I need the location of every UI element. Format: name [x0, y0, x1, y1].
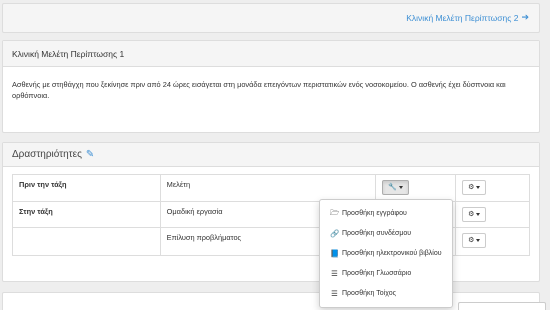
- case-panel: Κλινική Μελέτη Περίπτωσης 1 Ασθενής με σ…: [2, 40, 540, 133]
- gear-icon: ⚙: [468, 237, 475, 244]
- list-icon: ☰: [331, 288, 338, 298]
- activity-cell: Μελέτη: [159, 174, 377, 202]
- folder-open-icon: 🗁: [330, 207, 340, 217]
- chevron-down-icon: [476, 238, 481, 242]
- wrench-icon: 🔧: [388, 184, 397, 191]
- menu-item-label[interactable]: Προσθήκη Τοίχος: [342, 290, 396, 297]
- list-icon: ☰: [331, 268, 338, 278]
- settings-dropdown-button[interactable]: ⚙: [462, 180, 487, 195]
- add-resource-dropdown-button[interactable]: 🔧: [382, 180, 409, 195]
- menu-item-add-link[interactable]: 🔗 Προσθήκη συνδέσμου: [320, 223, 452, 243]
- arrow-right-icon: ➔: [521, 12, 529, 22]
- menu-item-label[interactable]: Προσθήκη ηλεκτρονικού βιβλίου: [342, 250, 442, 257]
- gear-icon: ⚙: [468, 184, 475, 191]
- menu-item-add-wall[interactable]: ☰ Προσθήκη Τοίχος: [320, 283, 452, 303]
- menu-item-label[interactable]: Προσθήκη εγγράφου: [342, 210, 407, 217]
- chevron-down-icon: [476, 185, 481, 189]
- case-navigation-bar: Κλινική Μελέτη Περίπτωσης 2 ➔: [2, 3, 540, 33]
- settings-cell: ⚙: [455, 201, 530, 228]
- settings-dropdown-button[interactable]: ⚙: [462, 207, 487, 222]
- menu-item-label[interactable]: Προσθήκη συνδέσμου: [342, 230, 411, 237]
- chevron-down-icon: [476, 212, 481, 216]
- phase-cell: Πριν την τάξη: [12, 174, 161, 202]
- menu-item-add-ebook[interactable]: 📘 Προσθήκη ηλεκτρονικού βιβλίου: [320, 243, 452, 263]
- case-title: Κλινική Μελέτη Περίπτωσης 1: [3, 41, 539, 67]
- menu-item-add-glossary[interactable]: ☰ Προσθήκη Γλωσσάριο: [320, 263, 452, 283]
- add-resource-menu: 🗁 Προσθήκη εγγράφου 🔗 Προσθήκη συνδέσμου…: [319, 199, 453, 308]
- phase-cell: [12, 227, 161, 256]
- pencil-icon[interactable]: ✎: [86, 149, 94, 160]
- next-case-link[interactable]: Κλινική Μελέτη Περίπτωσης 2 ➔: [406, 12, 529, 23]
- activities-title: Δραστηριότητες: [12, 149, 82, 160]
- gear-icon: ⚙: [468, 211, 475, 218]
- book-icon: 📘: [330, 248, 340, 258]
- bottom-input[interactable]: [458, 302, 546, 310]
- settings-cell: ⚙: [455, 174, 530, 202]
- menu-item-add-document[interactable]: 🗁 Προσθήκη εγγράφου: [320, 203, 452, 223]
- activities-panel: Δραστηριότητες ✎ Πριν την τάξη Μελέτη 🔧 …: [2, 142, 540, 282]
- settings-dropdown-button[interactable]: ⚙: [462, 233, 487, 248]
- chevron-down-icon: [398, 185, 403, 189]
- activities-header: Δραστηριότητες ✎: [3, 143, 539, 167]
- table-row: Πριν την τάξη Μελέτη 🔧 ⚙: [12, 174, 530, 202]
- phase-cell: Στην τάξη: [12, 201, 161, 228]
- link-icon: 🔗: [330, 228, 340, 238]
- next-case-link-label[interactable]: Κλινική Μελέτη Περίπτωσης 2: [406, 13, 518, 23]
- settings-cell: ⚙: [455, 227, 530, 256]
- menu-item-label[interactable]: Προσθήκη Γλωσσάριο: [342, 270, 411, 277]
- tool-cell: 🔧: [375, 174, 457, 202]
- case-description: Ασθενής με στηθάγχη που ξεκίνησε πριν απ…: [12, 80, 506, 100]
